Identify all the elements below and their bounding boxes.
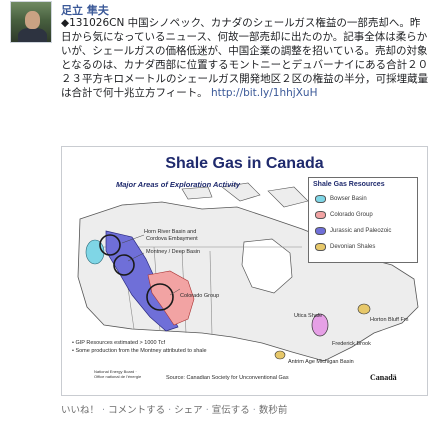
label-cordova: Cordova Embayment <box>146 236 198 242</box>
legend-label-jurassic: Jurassic and Paleozoic <box>330 228 392 234</box>
canada-wordmark: Canadä <box>370 373 397 382</box>
post-text: ◆131026CN 中国シノペック、カナダのシェールガス権益の一部売却へ。昨日か… <box>61 16 429 100</box>
timestamp[interactable]: 数秒前 <box>259 405 288 416</box>
share-link[interactable]: シェア <box>174 405 203 416</box>
boost-link[interactable]: 宣伝する <box>212 405 250 416</box>
label-nb: Frederick Brook <box>332 341 371 347</box>
separator: · <box>165 405 175 416</box>
avatar[interactable] <box>10 1 52 43</box>
legend-swatch-bowser <box>315 195 326 203</box>
map-note-1: • GIP Resources estimated > 1000 Tcf <box>72 340 165 346</box>
shared-image[interactable]: Shale Gas in Canada Major Areas of Explo… <box>61 146 428 396</box>
label-montney: Montney / Deep Basin <box>146 249 201 255</box>
agency-name: National Energy Board · Office national … <box>94 369 142 379</box>
separator: · <box>249 405 259 416</box>
legend-swatch-colorado <box>315 211 326 219</box>
separator: · <box>202 405 212 416</box>
post-link[interactable]: http://bit.ly/1hhjXuH <box>211 87 318 99</box>
separator: · <box>99 405 109 416</box>
comment-link[interactable]: コメントする <box>108 405 165 416</box>
bowser-basin-area <box>85 239 105 265</box>
legend-item-bowser: Bowser Basin <box>315 193 367 205</box>
avatar-face <box>25 11 40 29</box>
map-subtitle: Major Areas of Exploration Activity <box>116 180 241 189</box>
label-michigan: Antrim Age Michigan Basin <box>288 359 354 365</box>
label-colorado: Colorado Group <box>180 293 220 299</box>
legend-item-jurassic: Jurassic and Paleozoic <box>315 225 391 237</box>
map-title: Shale Gas in Canada <box>165 155 324 172</box>
map-legend: Shale Gas Resources Bowser Basin Colorad… <box>308 177 418 263</box>
map-note-2: • Some production from the Montney attri… <box>72 348 207 354</box>
map-notes: • GIP Resources estimated > 1000 Tcf • S… <box>72 339 207 355</box>
legend-title: Shale Gas Resources <box>313 181 385 188</box>
avatar-body <box>18 28 47 42</box>
facebook-post: 足立 隼夫 ◆131026CN 中国シノペック、カナダのシェールガス権益の一部売… <box>0 0 437 421</box>
horton-bluff-area <box>357 303 371 315</box>
michigan-basin-area <box>274 350 286 360</box>
legend-swatch-jurassic <box>315 227 326 235</box>
legend-label-colorado: Colorado Group <box>330 212 373 218</box>
label-utica: Utica Shale <box>294 313 323 319</box>
legend-label-devonian: Devonian Shales <box>330 244 376 250</box>
legend-label-bowser: Bowser Basin <box>330 196 367 202</box>
legend-swatch-devonian <box>315 243 326 251</box>
legend-item-colorado: Colorado Group <box>315 209 373 221</box>
label-horn-river: Horn River Basin and <box>144 229 197 235</box>
map-source: Source: Canadian Society for Unconventio… <box>166 375 289 381</box>
like-link[interactable]: いいね！ <box>61 405 99 416</box>
legend-item-devonian: Devonian Shales <box>315 241 375 253</box>
label-horton: Horton Bluff Fm <box>370 317 409 323</box>
post-actions: いいね！ · コメントする · シェア · 宣伝する · 数秒前 <box>61 402 287 416</box>
